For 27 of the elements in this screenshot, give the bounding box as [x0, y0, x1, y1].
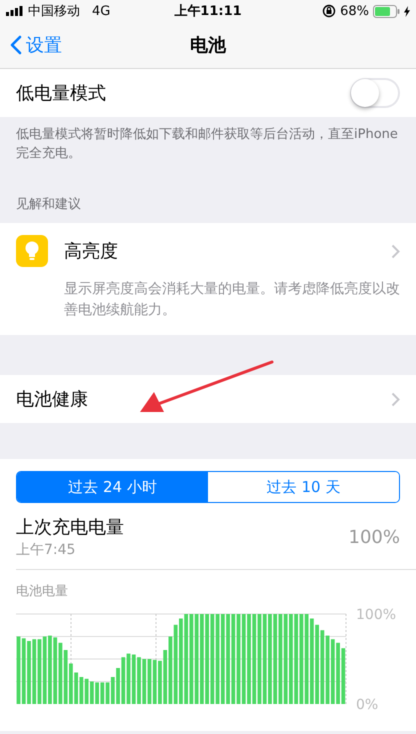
- low-power-toggle[interactable]: [350, 78, 400, 108]
- chart-title: 电池电量: [16, 583, 69, 600]
- last-charge-label: 上次充电电量: [16, 516, 124, 539]
- signal-icon: [6, 6, 24, 16]
- chevron-icon: [391, 392, 400, 406]
- status-time: 上午11:11: [174, 3, 242, 20]
- back-button[interactable]: 设置: [8, 31, 64, 59]
- period-tab[interactable]: 过去 24 小时: [17, 472, 208, 502]
- insight-description: 显示屏亮度高会消耗大量的电量。请考虑降低亮度以改善电池续航能力。: [63, 280, 401, 320]
- low-power-description: 低电量模式将暂时降低如下载和邮件获取等后台活动，直至iPhone 完全充电。: [15, 126, 399, 163]
- lightbulb-icon: [16, 235, 48, 267]
- rotation-lock-icon: [322, 4, 336, 18]
- carrier-name: 中国移动: [28, 3, 80, 20]
- chevron-icon: [391, 244, 400, 258]
- low-power-label: 低电量模式: [16, 82, 106, 105]
- battery-percent: 68%: [340, 4, 369, 18]
- last-charge-value: 100%: [348, 526, 400, 548]
- network-type: 4G: [92, 4, 110, 18]
- battery-icon: [372, 4, 400, 18]
- back-chevron-icon: [10, 35, 22, 55]
- axis-label: 100%: [356, 607, 396, 623]
- last-charge-time: 上午7:45: [16, 541, 76, 559]
- nav-title: 电池: [190, 34, 226, 57]
- insight-row[interactable]: 高亮度: [0, 223, 416, 279]
- section-header: 见解和建议: [15, 196, 82, 214]
- axis-label: 0%: [356, 697, 378, 713]
- battery-health-row[interactable]: 电池健康: [0, 375, 416, 423]
